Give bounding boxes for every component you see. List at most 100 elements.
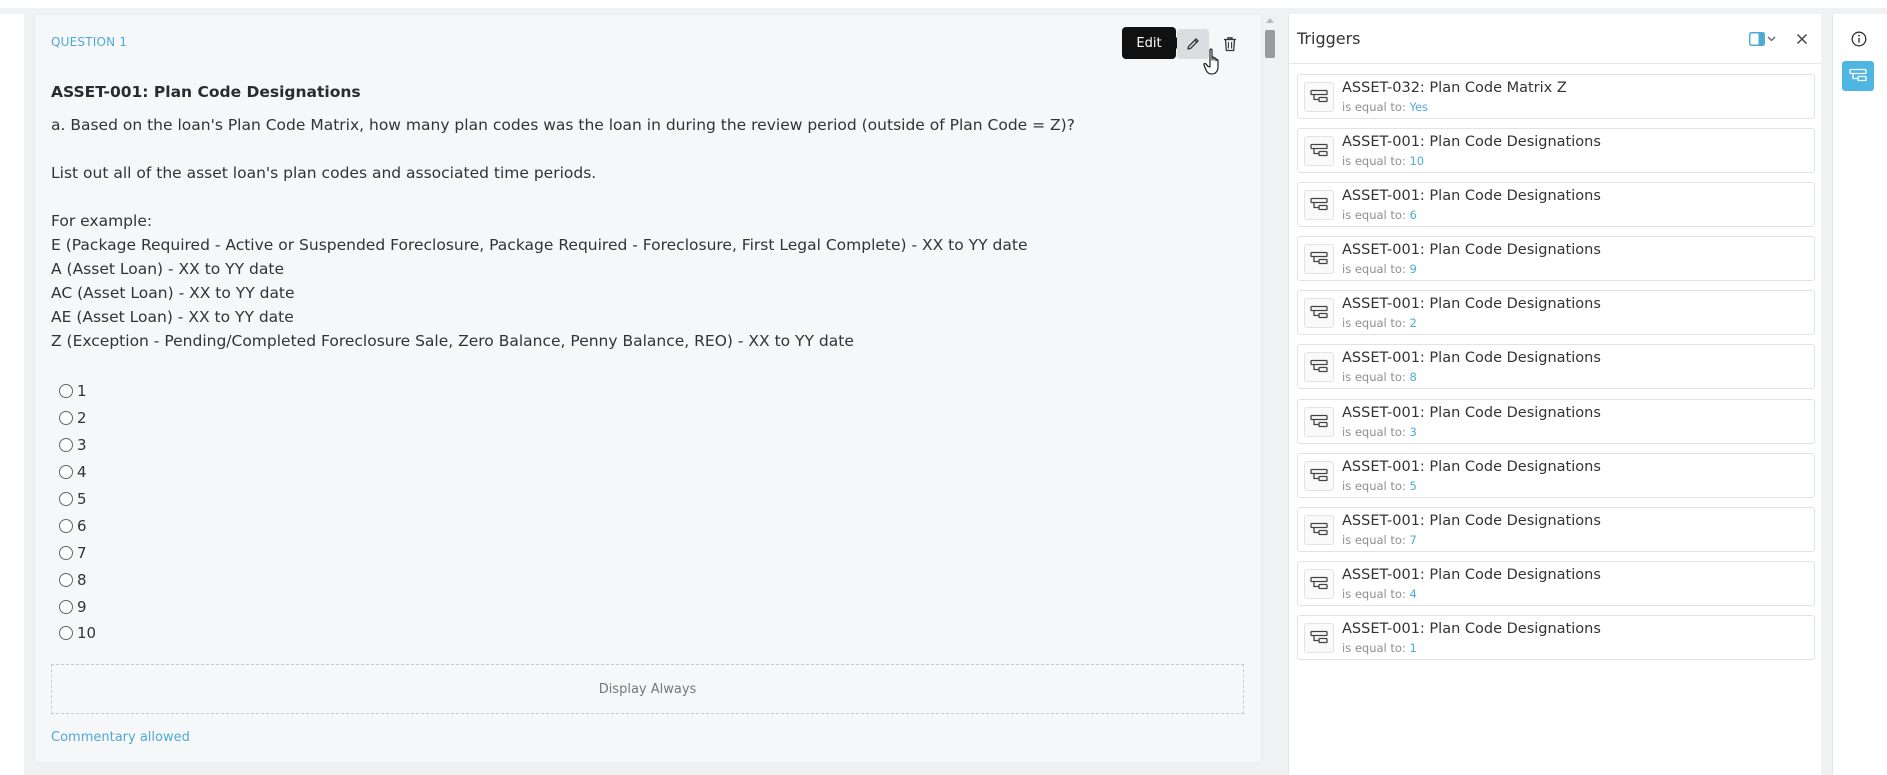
question-line: For example: [51,212,153,230]
radio-button[interactable] [59,572,73,587]
trash-icon [1224,37,1236,52]
scroll-up-arrow-icon[interactable] [1266,18,1274,23]
trigger-item[interactable]: ASSET-001: Plan Code Designations is equa… [1297,182,1815,228]
trigger-condition: is equal to: 5 [1342,479,1417,493]
hand-cursor-icon [1203,48,1219,75]
scrollbar-thumb[interactable] [1265,30,1275,58]
answer-option[interactable]: 2 [59,405,96,432]
trigger-condition: is equal to: 10 [1342,154,1424,168]
trigger-condition: is equal to: Yes [1342,100,1428,114]
radio-button[interactable] [59,438,73,453]
trigger-icon [1310,198,1328,211]
trigger-condition: is equal to: 6 [1342,208,1417,222]
panel-layout-button[interactable] [1749,32,1776,46]
trigger-item[interactable]: ASSET-001: Plan Code Designations is equa… [1297,506,1815,552]
trigger-icon-box [1304,514,1334,545]
option-label: 4 [77,463,87,482]
info-button[interactable] [1850,30,1868,48]
panel-layout-icon [1749,32,1765,46]
answer-option[interactable]: 10 [59,620,96,647]
answer-option[interactable]: 8 [59,566,96,593]
radio-button[interactable] [59,465,73,480]
trigger-value: 9 [1409,262,1417,277]
triggers-panel-header: Triggers [1289,14,1822,64]
trigger-name: ASSET-001: Plan Code Designations [1342,350,1601,367]
trigger-name: ASSET-001: Plan Code Designations [1342,404,1601,421]
trigger-item[interactable]: ASSET-001: Plan Code Designations is equa… [1297,290,1815,336]
trigger-name: ASSET-001: Plan Code Designations [1342,188,1601,205]
answer-option[interactable]: 4 [59,459,96,486]
trigger-condition: is equal to: 2 [1342,316,1417,330]
trigger-item[interactable]: ASSET-001: Plan Code Designations is equa… [1297,236,1815,282]
trigger-icon-box [1304,406,1334,437]
question-line: A (Asset Loan) - XX to YY date [51,260,284,278]
question-line: AC (Asset Loan) - XX to YY date [51,284,295,302]
radio-button[interactable] [59,492,73,506]
trigger-condition-prefix: is equal to: [1342,100,1406,114]
question-scrollbar[interactable] [1262,14,1278,763]
trigger-condition-prefix: is equal to: [1342,154,1406,169]
trigger-icon [1310,360,1328,373]
trigger-condition-prefix: is equal to: [1342,586,1406,601]
display-condition-box[interactable]: Display Always [51,664,1244,714]
trigger-value: 10 [1409,154,1425,169]
trigger-icon-box [1304,568,1334,599]
trigger-icon-box [1304,622,1334,653]
trigger-value: 4 [1409,586,1417,601]
radio-button[interactable] [59,384,73,399]
chevron-down-icon [1767,36,1776,42]
answer-option[interactable]: 3 [59,432,96,459]
radio-button[interactable] [59,545,73,560]
question-line: Z (Exception - Pending/Completed Foreclo… [51,332,854,350]
answer-option[interactable]: 9 [59,593,96,620]
trigger-item[interactable]: ASSET-001: Plan Code Designations is equa… [1297,398,1815,444]
trigger-condition-prefix: is equal to: [1342,640,1406,655]
trigger-item[interactable]: ASSET-001: Plan Code Designations is equa… [1297,560,1815,606]
trigger-item[interactable]: ASSET-001: Plan Code Designations is equa… [1297,344,1815,390]
radio-button[interactable] [59,518,73,533]
panel-title: Triggers [1297,29,1361,48]
trigger-condition-prefix: is equal to: [1342,370,1406,385]
question-line: List out all of the asset loan's plan co… [51,164,597,182]
trigger-icon [1310,306,1328,319]
option-label: 7 [77,543,87,562]
trigger-icon-box [1304,82,1334,112]
triggers-panel: Triggers ASSET-032: Plan Code Matrix Z is… [1288,14,1822,775]
option-label: 1 [77,382,87,401]
trigger-condition: is equal to: 3 [1342,425,1417,439]
trigger-value: 1 [1409,640,1417,655]
trigger-name: ASSET-001: Plan Code Designations [1342,296,1601,313]
answer-option[interactable]: 1 [59,378,96,405]
option-label: 8 [77,570,87,589]
close-panel-button[interactable] [1793,30,1811,48]
question-line: E (Package Required - Active or Suspende… [51,236,1028,254]
triggers-rail-button[interactable] [1842,61,1874,91]
info-icon [1851,31,1867,47]
trigger-name: ASSET-001: Plan Code Designations [1342,512,1601,529]
trigger-icon [1310,522,1328,535]
pencil-icon [1187,38,1199,50]
option-label: 2 [77,409,87,428]
option-label: 5 [77,490,87,508]
radio-button[interactable] [59,599,73,614]
trigger-item[interactable]: ASSET-001: Plan Code Designations is equa… [1297,452,1815,498]
trigger-item[interactable]: ASSET-001: Plan Code Designations is equa… [1297,614,1815,660]
answer-option[interactable]: 5 [59,486,96,513]
question-line: a. Based on the loan's Plan Code Matrix,… [51,116,1075,134]
trigger-name: ASSET-001: Plan Code Designations [1342,458,1601,475]
trigger-icon [1310,143,1328,157]
trigger-icon-box [1304,460,1334,491]
trigger-item[interactable]: ASSET-001: Plan Code Designations is equa… [1297,128,1815,174]
answer-option[interactable]: 6 [59,512,96,539]
option-label: 6 [77,516,87,535]
answer-option[interactable]: 7 [59,539,96,566]
answer-options: 1 2 3 4 5 6 7 8 9 10 [59,378,96,647]
question-line: AE (Asset Loan) - XX to YY date [51,308,294,326]
radio-button[interactable] [59,626,73,641]
trigger-name: ASSET-001: Plan Code Designations [1342,620,1601,637]
display-condition-label: Display Always [598,681,697,697]
trigger-item[interactable]: ASSET-032: Plan Code Matrix Z is equal to… [1297,74,1815,119]
trigger-icon-box [1304,352,1334,383]
radio-button[interactable] [59,411,73,426]
trigger-icon-box [1304,298,1334,329]
